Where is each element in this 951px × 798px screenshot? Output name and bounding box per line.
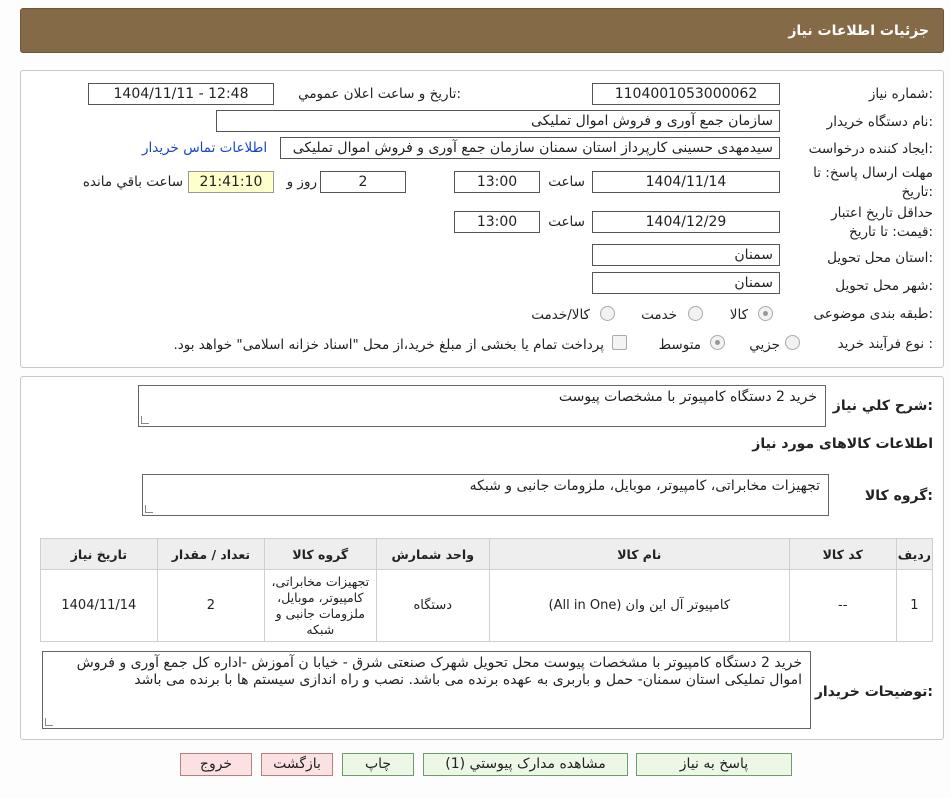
goods-group-label: گروه کالا:: [864, 488, 933, 504]
col-name: نام کالا: [488, 538, 790, 570]
attachments-button[interactable]: مشاهده مدارک پیوستي (1): [423, 753, 628, 776]
resize-handle-icon[interactable]: [145, 505, 153, 513]
category-radio-goods[interactable]: [758, 306, 773, 321]
page-header: جزئیات اطلاعات نیاز: [20, 8, 944, 53]
cell-qty: 2: [156, 569, 266, 642]
delivery-province-label: استان محل تحویل:: [827, 250, 933, 266]
remaining-time-field: 21:41:10: [188, 171, 274, 193]
buyer-org-label: نام دستگاه خریدار:: [826, 114, 933, 130]
need-number-label: شماره نیاز:: [868, 86, 933, 102]
summary-label: شرح کلي نیاز:: [832, 398, 933, 414]
buyer-notes-textarea[interactable]: خرید 2 دستگاه کامپیوتر با مشخصات پیوست م…: [42, 651, 811, 729]
cell-code: --: [788, 569, 897, 642]
cell-name: کامپیوتر آل این وان (All in One): [488, 569, 790, 642]
goods-section-title: اطلاعات کالاهای مورد نیاز: [752, 436, 933, 452]
col-date: تاریخ نیاز: [40, 538, 158, 570]
summary-textarea[interactable]: خرید 2 دستگاه کامپیوتر با مشخصات پیوست: [138, 385, 826, 427]
reply-time-label: ساعت: [548, 174, 585, 190]
reply-deadline-label-2: تاریخ:: [901, 184, 933, 200]
category-label: طبقه بندی موضوعی:: [813, 306, 933, 322]
purchase-radio-medium[interactable]: [710, 335, 725, 350]
purchase-type-label: نوع فرآیند خرید :: [837, 336, 933, 352]
reply-days-field: 2: [320, 171, 406, 193]
col-qty: تعداد / مقدار: [156, 538, 266, 570]
category-radio-service[interactable]: [688, 306, 703, 321]
announce-label: تاریخ و ساعت اعلان عمومي:: [298, 86, 461, 102]
print-button[interactable]: چاپ: [342, 753, 414, 776]
goods-group-textarea[interactable]: تجهیزات مخابراتی، کامپیوتر، موبایل، ملزو…: [142, 474, 829, 516]
resize-handle-icon[interactable]: [141, 416, 149, 424]
cell-date: 1404/11/14: [40, 569, 158, 642]
reply-deadline-label-1: مهلت ارسال پاسخ: تا: [813, 165, 933, 181]
reply-button[interactable]: پاسخ به نیاز: [636, 753, 792, 776]
col-unit: واحد شمارش: [375, 538, 490, 570]
resize-handle-icon[interactable]: [45, 718, 53, 726]
requester-field: سیدمهدی حسینی کارپرداز استان سمنان سازما…: [280, 137, 780, 159]
purchase-option-medium: متوسط: [658, 337, 701, 353]
price-validity-label-1: حداقل تاریخ اعتبار: [831, 205, 933, 221]
treasury-note: پرداخت تمام یا بخشی از مبلغ خرید،از محل …: [173, 337, 604, 353]
reply-days-label: روز و: [286, 174, 317, 190]
requester-label: ایجاد کننده درخواست:: [808, 141, 933, 157]
buyer-notes-text: خرید 2 دستگاه کامپیوتر با مشخصات پیوست م…: [76, 655, 802, 688]
need-number-field: 1104001053000062: [592, 83, 780, 105]
reply-date-field: 1404/11/14: [592, 171, 780, 193]
category-option-goods-service: کالا/خدمت: [531, 307, 590, 323]
price-validity-label-2: قیمت: تا تاریخ:: [848, 224, 933, 240]
reply-time-field: 13:00: [454, 171, 540, 193]
category-option-goods: کالا: [729, 307, 748, 323]
col-row: ردیف: [895, 538, 934, 570]
announce-field: 1404/11/11 - 12:48: [88, 83, 274, 105]
delivery-province-field: سمنان: [592, 244, 780, 266]
col-group: گروه کالا: [264, 538, 377, 570]
remaining-time-label: ساعت باقي مانده: [82, 174, 183, 190]
buyer-org-field: سازمان جمع آوری و فروش اموال تملیکی: [216, 110, 780, 132]
exit-button[interactable]: خروج: [180, 753, 252, 776]
cell-row: 1: [895, 569, 934, 642]
delivery-city-field: سمنان: [592, 272, 780, 294]
cell-unit: دستگاه: [375, 569, 490, 642]
table-row: 1 -- کامپیوتر آل این وان (All in One) دس…: [40, 569, 934, 642]
items-table: ردیف کد کالا نام کالا واحد شمارش گروه کا…: [40, 538, 934, 642]
category-radio-goods-service[interactable]: [600, 306, 615, 321]
cell-group: تجهیزات مخابراتی، کامپیوتر، موبایل، ملزو…: [264, 569, 377, 642]
validity-time-field: 13:00: [454, 211, 540, 233]
summary-text: خرید 2 دستگاه کامپیوتر با مشخصات پیوست: [558, 389, 817, 405]
treasury-checkbox[interactable]: [612, 335, 627, 350]
goods-group-text: تجهیزات مخابراتی، کامپیوتر، موبایل، ملزو…: [469, 478, 820, 494]
validity-date-field: 1404/12/29: [592, 211, 780, 233]
delivery-city-label: شهر محل تحویل:: [835, 278, 933, 294]
page-title: جزئیات اطلاعات نیاز: [788, 23, 929, 39]
purchase-radio-small[interactable]: [785, 335, 800, 350]
back-button[interactable]: بازگشت: [261, 753, 333, 776]
table-header-row: ردیف کد کالا نام کالا واحد شمارش گروه کا…: [40, 538, 934, 570]
purchase-option-small: جزیي: [749, 337, 780, 353]
buyer-contact-link[interactable]: اطلاعات تماس خریدار: [142, 140, 267, 156]
validity-time-label: ساعت: [548, 214, 585, 230]
col-code: کد کالا: [788, 538, 897, 570]
category-option-service: خدمت: [641, 307, 677, 323]
buyer-notes-label: توضیحات خریدار:: [814, 684, 933, 700]
